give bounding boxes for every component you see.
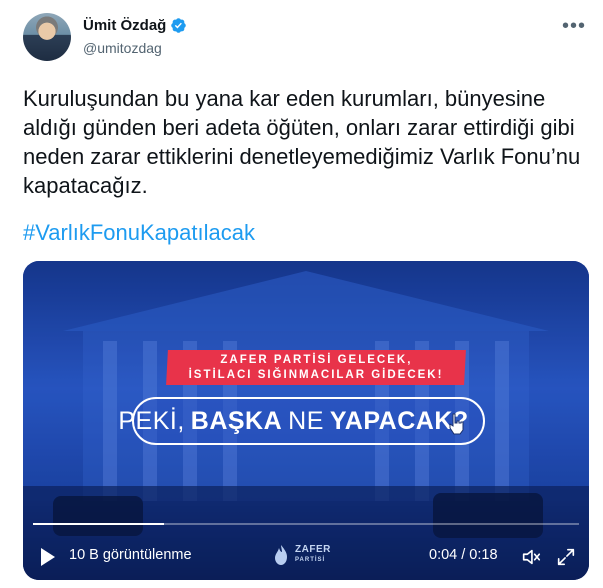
more-options-icon[interactable]: ••• [562,16,586,36]
tweet-card: Ümit Özdağ @umitozdag ••• Kuruluşundan b… [0,0,603,588]
video-banner: ZAFER PARTİSİ GELECEK, İSTİLACI SIĞINMAC… [166,350,466,385]
banner-line1: ZAFER PARTİSİ GELECEK, [220,353,413,366]
avatar[interactable] [23,13,71,61]
fullscreen-icon[interactable] [555,546,577,568]
volume-icon[interactable] [520,546,542,568]
author-name[interactable]: Ümit Özdağ [83,17,166,34]
hashtag-link[interactable]: #VarlıkFonuKapatılacak [23,220,255,246]
author-handle[interactable]: @umitozdag [83,40,162,56]
verified-badge-icon [171,18,187,33]
video-time: 0:04 / 0:18 [429,547,498,563]
video-progress-bar[interactable] [33,523,579,525]
view-count: 10 B görüntülenme [69,547,192,563]
author-name-row: Ümit Özdağ [83,17,187,34]
pointer-cursor-icon [449,413,464,435]
tweet-text: Kuruluşundan bu yana kar eden kurumları,… [23,86,581,198]
pill-word2: BAŞKA [190,406,283,435]
banner-line2: İSTİLACI SIĞINMACILAR GİDECEK! [188,368,444,381]
video-player[interactable]: ZAFER PARTİSİ GELECEK, İSTİLACI SIĞINMAC… [23,261,589,580]
pill-word3: NE [288,406,324,435]
video-question-pill: PEKİ, BAŞKA NE YAPACAK? [118,397,485,445]
pill-word1: PEKİ, [118,406,185,435]
play-icon[interactable] [39,547,57,567]
video-progress-fill [33,523,165,525]
video-controls: 10 B görüntülenme 0:04 / 0:18 [23,539,589,575]
